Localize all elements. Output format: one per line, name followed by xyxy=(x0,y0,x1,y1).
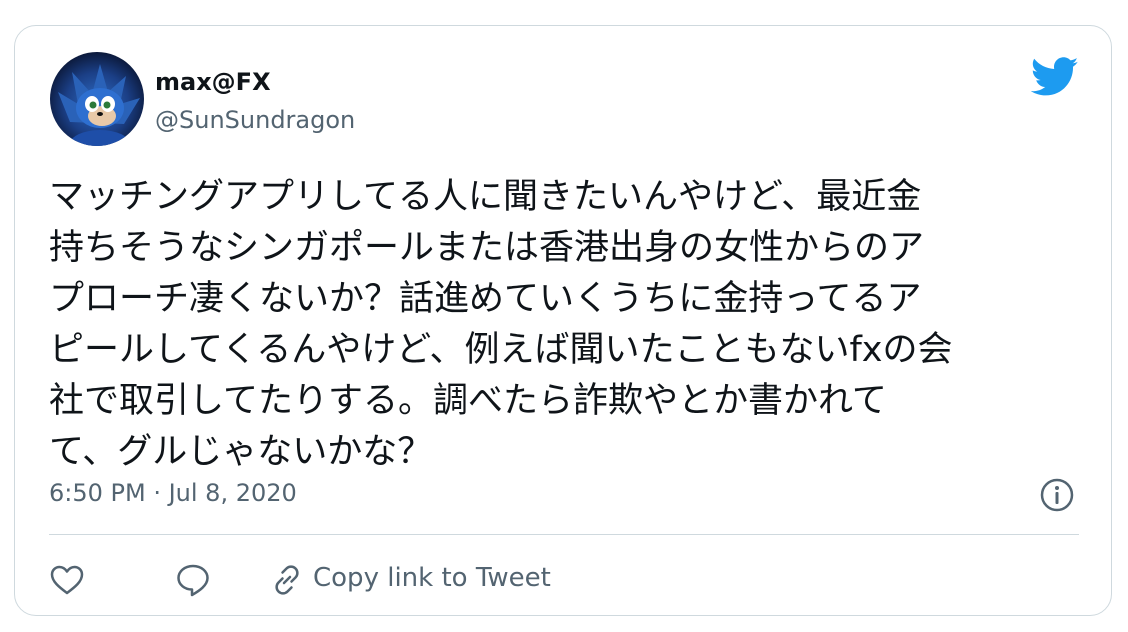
tweet-text-line: て、グルじゃないかな？ xyxy=(49,432,433,472)
display-name[interactable]: max@FX xyxy=(155,68,271,96)
tweet-text-line: 社で取引してたりする。調べたら詐欺やとか書かれて xyxy=(49,381,887,421)
twitter-bird-icon[interactable] xyxy=(1031,57,1079,97)
link-icon[interactable] xyxy=(269,562,305,598)
user-handle[interactable]: @SunSundragon xyxy=(155,106,355,134)
heart-icon[interactable] xyxy=(49,562,85,598)
tweet-card[interactable]: max@FX @SunSundragon マッチングアプリしてる人に聞きたいんや… xyxy=(14,25,1112,616)
copy-link-button[interactable]: Copy link to Tweet xyxy=(313,563,551,593)
tweet-text: マッチングアプリしてる人に聞きたいんやけど、最近金 持ちそうなシンガポールまたは… xyxy=(49,172,1089,478)
action-bar: Copy link to Tweet xyxy=(49,556,749,602)
tweet-text-line: ピールしてくるんやけど、例えば聞いたこともないfxの会 xyxy=(49,330,953,370)
tweet-text-line: プローチ凄くないか？話進めていくうちに金持ってるア xyxy=(49,279,922,319)
tweet-text-line: 持ちそうなシンガポールまたは香港出身の女性からのア xyxy=(49,228,925,268)
speech-bubble-icon[interactable] xyxy=(175,562,211,598)
tweet-text-line: マッチングアプリしてる人に聞きたいんやけど、最近金 xyxy=(49,177,922,217)
tweet-timestamp[interactable]: 6:50 PM · Jul 8, 2020 xyxy=(49,479,297,507)
divider xyxy=(49,534,1079,535)
info-icon[interactable] xyxy=(1039,477,1075,513)
avatar[interactable] xyxy=(50,52,144,146)
avatar-image xyxy=(58,64,140,146)
